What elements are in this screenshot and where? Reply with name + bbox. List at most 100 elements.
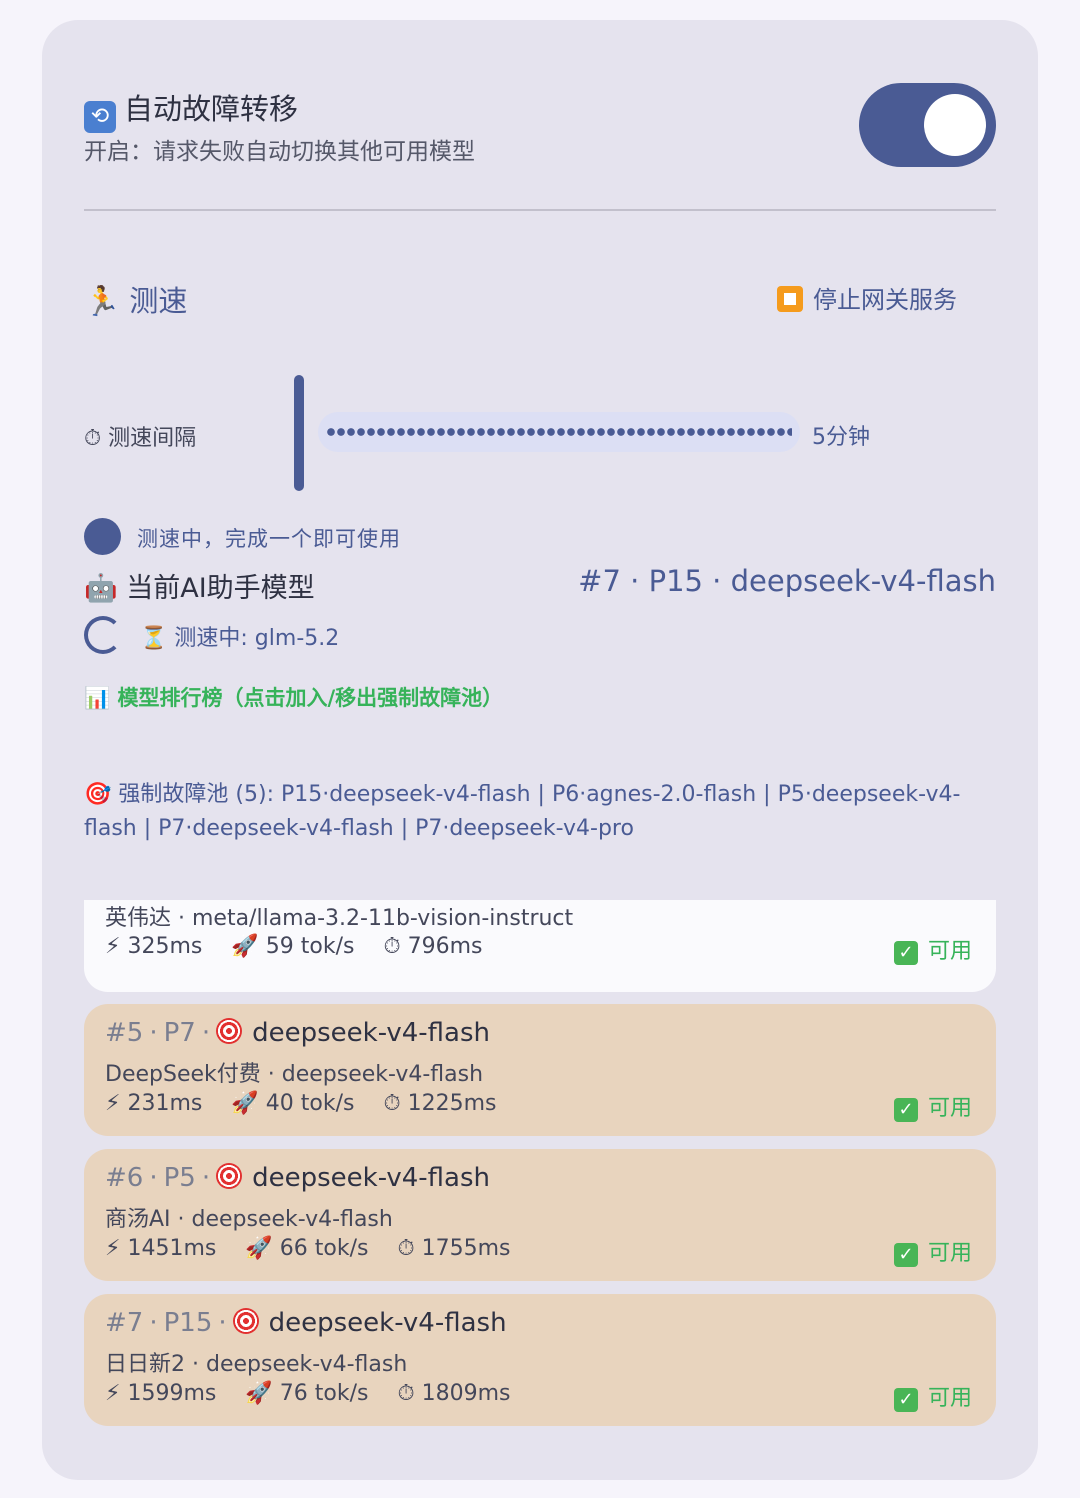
rocket-icon: 🚀 <box>245 1236 273 1261</box>
hourglass-icon: ⏳ <box>140 626 168 651</box>
card-latency: 1599ms <box>127 1381 217 1406</box>
card-model: deepseek-v4-flash <box>268 1308 507 1338</box>
card-speed: 66 tok/s <box>279 1236 369 1261</box>
card-status: ✓ 可用 <box>893 1380 972 1412</box>
check-icon: ✓ <box>893 1098 918 1122</box>
stop-icon <box>777 286 803 312</box>
card-latency: 325ms <box>127 934 203 959</box>
card-provider: 英伟达 · meta/llama-3.2-11b-vision-instruct <box>105 906 574 931</box>
card-stats: ⚡ 1599ms 🚀 76 tok/s ⏱ 1809ms <box>105 1381 511 1406</box>
card-speed: 59 tok/s <box>265 934 355 959</box>
card-status: ✓ 可用 <box>893 1090 972 1122</box>
toggle-knob <box>924 94 986 156</box>
card-speed: 76 tok/s <box>279 1381 369 1406</box>
card-status: ✓ 可用 <box>893 1235 972 1267</box>
card-speed: 40 tok/s <box>265 1091 355 1116</box>
ranking-card[interactable]: #5 · P7 · deepseek-v4-flash DeepSeek付费 · dee… <box>84 1004 996 1136</box>
assistant-model-value: #7 · P15 · deepseek-v4-flash <box>578 564 996 598</box>
card-status-label: 可用 <box>927 939 972 964</box>
card-provider: 日日新2 · deepseek-v4-flash <box>105 1352 408 1377</box>
timer-icon: ⏱ <box>397 1236 415 1261</box>
card-total-time: 796ms <box>407 934 483 959</box>
failover-subtitle: 开启：请求失败自动切换其他可用模型 <box>84 139 475 165</box>
card-latency: 231ms <box>127 1091 203 1116</box>
card-model: deepseek-v4-flash <box>252 1163 491 1193</box>
timer-icon: ⏱ <box>84 426 102 451</box>
speed-test-title: 测速 <box>129 284 188 318</box>
card-status-label: 可用 <box>927 1241 972 1266</box>
card-priority: P5 <box>163 1163 196 1193</box>
card-header: #6 · P5 · deepseek-v4-flash <box>105 1163 491 1193</box>
failover-toggle[interactable] <box>859 83 996 167</box>
check-icon: ✓ <box>893 1388 918 1412</box>
failover-title: 自动故障转移 <box>124 92 299 126</box>
card-stats: ⚡ 1451ms 🚀 66 tok/s ⏱ 1755ms <box>105 1236 511 1261</box>
card-status: ✓ 可用 <box>893 933 972 965</box>
lightning-icon: ⚡ <box>105 1091 121 1116</box>
ranking-card[interactable]: #7 · P15 · deepseek-v4-flash 日日新2 · deepseek… <box>84 1294 996 1426</box>
card-priority: P7 <box>163 1018 196 1048</box>
runner-icon: 🏃 <box>84 284 121 318</box>
lightning-icon: ⚡ <box>105 1381 121 1406</box>
assistant-model-label: 当前AI助手模型 <box>126 573 315 604</box>
settings-panel: ⟲ 自动故障转移 开启：请求失败自动切换其他可用模型 🏃 测速 停止网关服务 ⏱ … <box>42 20 1038 1480</box>
ranking-card[interactable]: 英伟达 · meta/llama-3.2-11b-vision-instruct… <box>84 900 996 992</box>
target-icon <box>216 1018 243 1044</box>
ranking-card[interactable]: #6 · P5 · deepseek-v4-flash 商汤AI · deepseek-… <box>84 1149 996 1281</box>
stop-gateway-button[interactable]: 停止网关服务 <box>777 280 957 315</box>
slider-ticks <box>326 427 792 437</box>
lightning-icon: ⚡ <box>105 934 121 959</box>
failover-title-row: ⟲ 自动故障转移 <box>84 86 298 133</box>
target-icon <box>232 1308 259 1334</box>
rocket-icon: 🚀 <box>231 1091 259 1116</box>
stop-gateway-label: 停止网关服务 <box>813 286 957 314</box>
speed-status-text: 测速中，完成一个即可使用 <box>137 527 401 551</box>
interval-slider-track[interactable] <box>318 412 800 452</box>
speed-test-title-row: 🏃 测速 <box>84 278 187 320</box>
interval-slider-handle[interactable] <box>294 375 304 491</box>
card-latency: 1451ms <box>127 1236 217 1261</box>
lightning-icon: ⚡ <box>105 1236 121 1261</box>
loading-spinner-icon <box>84 616 122 654</box>
card-model: deepseek-v4-flash <box>252 1018 491 1048</box>
testing-model-text: 测速中: glm-5.2 <box>174 626 340 651</box>
robot-icon: 🤖 <box>84 573 118 604</box>
check-icon: ✓ <box>893 941 918 965</box>
card-rank: #6 <box>105 1163 144 1193</box>
timer-icon: ⏱ <box>383 1091 401 1116</box>
card-status-label: 可用 <box>927 1386 972 1411</box>
interval-value: 5分钟 <box>812 425 870 450</box>
check-icon: ✓ <box>893 1243 918 1267</box>
card-total-time: 1755ms <box>421 1236 511 1261</box>
failover-pool-row: 🎯 强制故障池 (5): P15·deepseek-v4-flash | P6·… <box>84 778 984 846</box>
card-header: #7 · P15 · deepseek-v4-flash <box>105 1308 507 1338</box>
card-status-label: 可用 <box>927 1096 972 1121</box>
testing-row: ⏳ 测速中: glm-5.2 <box>140 620 339 652</box>
card-rank: #7 <box>105 1308 144 1338</box>
card-provider: DeepSeek付费 · deepseek-v4-flash <box>105 1062 484 1087</box>
divider <box>84 209 996 211</box>
timer-icon: ⏱ <box>383 934 401 959</box>
ranking-title-row[interactable]: 📊 模型排行榜（点击加入/移出强制故障池） <box>84 682 503 712</box>
timer-icon: ⏱ <box>397 1381 415 1406</box>
interval-label-row: ⏱ 测速间隔 <box>84 420 196 452</box>
rocket-icon: 🚀 <box>245 1381 273 1406</box>
target-icon <box>216 1163 243 1189</box>
target-icon: 🎯 <box>84 782 112 807</box>
failover-pool-text: 强制故障池 (5): P15·deepseek-v4-flash | P6·ag… <box>84 782 961 841</box>
card-stats: ⚡ 325ms 🚀 59 tok/s ⏱ 796ms <box>105 934 483 959</box>
interval-label: 测速间隔 <box>108 426 197 451</box>
assistant-model-label-row: 🤖 当前AI助手模型 <box>84 566 315 605</box>
card-header: #5 · P7 · deepseek-v4-flash <box>105 1018 491 1048</box>
card-rank: #5 <box>105 1018 144 1048</box>
chart-icon: 📊 <box>84 686 111 710</box>
rocket-icon: 🚀 <box>231 934 259 959</box>
ranking-title: 模型排行榜（点击加入/移出强制故障池） <box>117 686 504 710</box>
refresh-icon: ⟲ <box>84 101 116 133</box>
card-priority: P15 <box>163 1308 213 1338</box>
card-total-time: 1225ms <box>407 1091 497 1116</box>
card-total-time: 1809ms <box>421 1381 511 1406</box>
card-provider: 商汤AI · deepseek-v4-flash <box>105 1207 393 1232</box>
status-indicator <box>84 518 121 555</box>
card-stats: ⚡ 231ms 🚀 40 tok/s ⏱ 1225ms <box>105 1091 497 1116</box>
